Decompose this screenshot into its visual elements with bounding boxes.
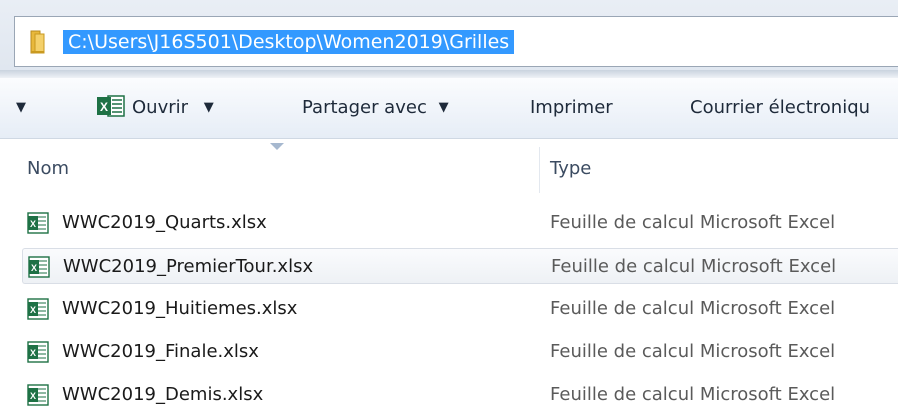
excel-file-icon: X [28,256,50,278]
excel-file-icon: X [27,341,49,363]
sort-indicator-icon [270,143,284,150]
column-divider[interactable] [539,147,540,193]
file-name: WWC2019_Huitiemes.xlsx [62,298,298,319]
share-button[interactable]: Partager avec ▼ [302,78,449,138]
file-row[interactable]: X WWC2019_Demis.xlsx Feuille de calcul M… [22,377,898,413]
column-header-type[interactable]: Type [550,139,591,199]
file-name: WWC2019_Demis.xlsx [62,384,264,405]
print-button[interactable]: Imprimer [530,78,613,138]
open-button[interactable]: X Ouvrir ▼ [96,78,214,138]
svg-text:X: X [30,305,36,315]
folder-icon [30,30,45,54]
file-row[interactable]: X WWC2019_Quarts.xlsx Feuille de calcul … [22,205,898,241]
open-dropdown-icon[interactable]: ▼ [204,78,214,138]
toolbar-overflow-button[interactable]: ▼ [16,78,26,138]
file-name: WWC2019_Quarts.xlsx [62,212,267,233]
svg-text:X: X [30,348,36,358]
column-header-row: Nom Type [0,139,898,193]
chevron-down-icon: ▼ [16,100,26,115]
svg-text:X: X [30,391,36,401]
email-button[interactable]: Courrier électroniqu [690,78,870,138]
address-bar-area: C:\Users\J16S501\Desktop\Women2019\Grill… [0,0,898,78]
excel-file-icon: X [27,212,49,234]
address-separator [0,70,898,78]
column-header-name[interactable]: Nom [27,139,69,199]
file-name: WWC2019_Finale.xlsx [62,341,259,362]
excel-file-icon: X [27,384,49,406]
email-label: Courrier électroniqu [690,97,871,118]
file-type: Feuille de calcul Microsoft Excel [550,384,836,405]
file-row[interactable]: X WWC2019_Huitiemes.xlsx Feuille de calc… [22,291,898,327]
file-row[interactable]: X WWC2019_Finale.xlsx Feuille de calcul … [22,334,898,370]
address-path[interactable]: C:\Users\J16S501\Desktop\Women2019\Grill… [63,30,515,54]
print-label: Imprimer [530,97,613,118]
open-label: Ouvrir [132,97,189,118]
file-type: Feuille de calcul Microsoft Excel [550,212,836,233]
svg-text:X: X [100,100,108,114]
file-row[interactable]: X WWC2019_PremierTour.xlsx Feuille de ca… [22,248,898,284]
command-toolbar: ▼ X Ouvrir ▼ Partager avec ▼ Imprimer Co… [0,78,898,139]
file-type: Feuille de calcul Microsoft Excel [551,256,837,277]
file-type: Feuille de calcul Microsoft Excel [550,341,836,362]
svg-text:X: X [31,263,37,273]
address-field[interactable]: C:\Users\J16S501\Desktop\Women2019\Grill… [14,16,898,67]
excel-icon: X [97,95,125,117]
share-label: Partager avec [302,97,427,118]
excel-file-icon: X [27,298,49,320]
file-type: Feuille de calcul Microsoft Excel [550,298,836,319]
share-dropdown-icon: ▼ [438,100,449,115]
file-name: WWC2019_PremierTour.xlsx [63,256,314,277]
svg-text:X: X [30,219,36,229]
